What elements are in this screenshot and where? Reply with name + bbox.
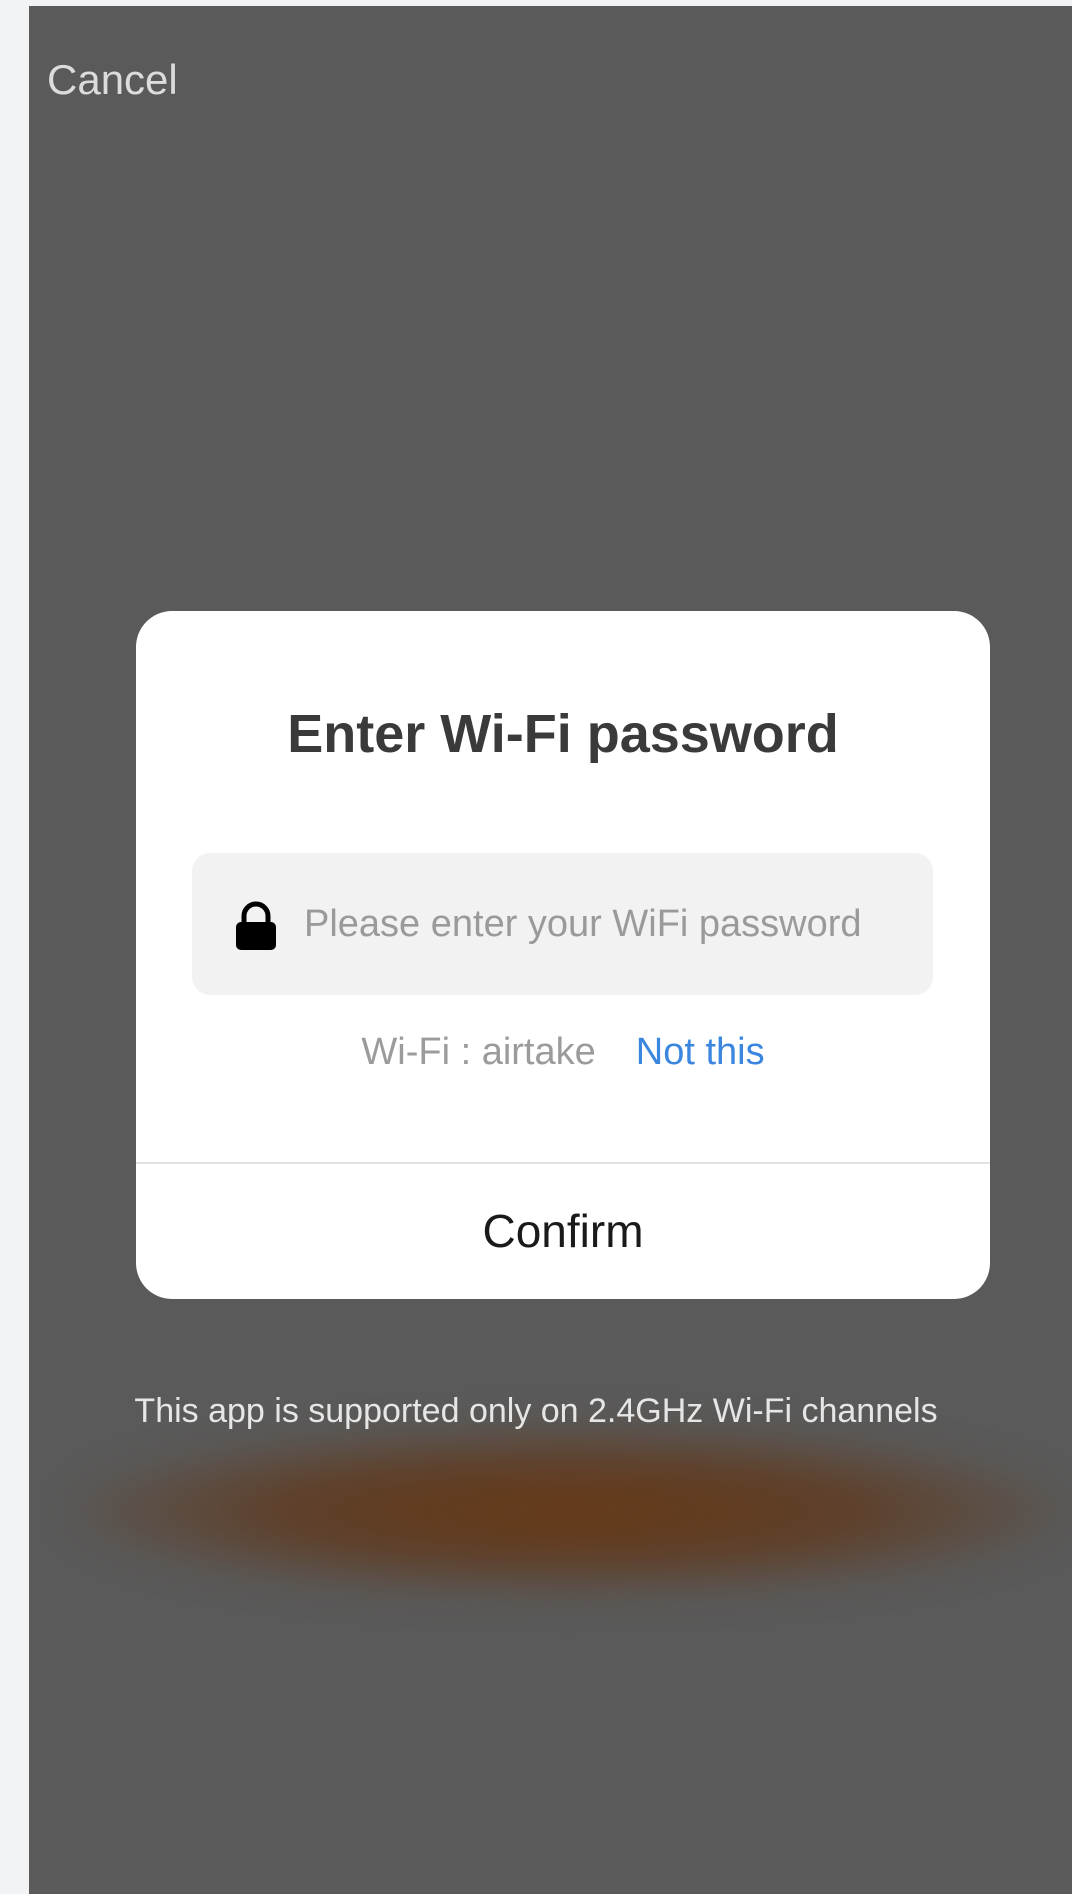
wifi-network-row: Wi-Fi : airtake Not this <box>136 1031 990 1074</box>
confirm-button[interactable]: Confirm <box>136 1164 990 1299</box>
background-glow <box>69 1426 1069 1596</box>
background-edge <box>0 0 29 1894</box>
cancel-button[interactable]: Cancel <box>47 56 178 104</box>
frequency-note: This app is supported only on 2.4GHz Wi-… <box>134 1392 938 1430</box>
not-this-link[interactable]: Not this <box>636 1031 765 1073</box>
lock-icon <box>236 901 276 950</box>
wifi-network-label: Wi-Fi : airtake <box>361 1031 596 1073</box>
dialog-title: Enter Wi-Fi password <box>287 704 839 764</box>
password-input[interactable] <box>304 853 924 995</box>
password-field[interactable] <box>192 853 933 995</box>
wifi-password-dialog: Enter Wi-Fi password Wi-Fi : airtake Not … <box>136 611 990 1299</box>
